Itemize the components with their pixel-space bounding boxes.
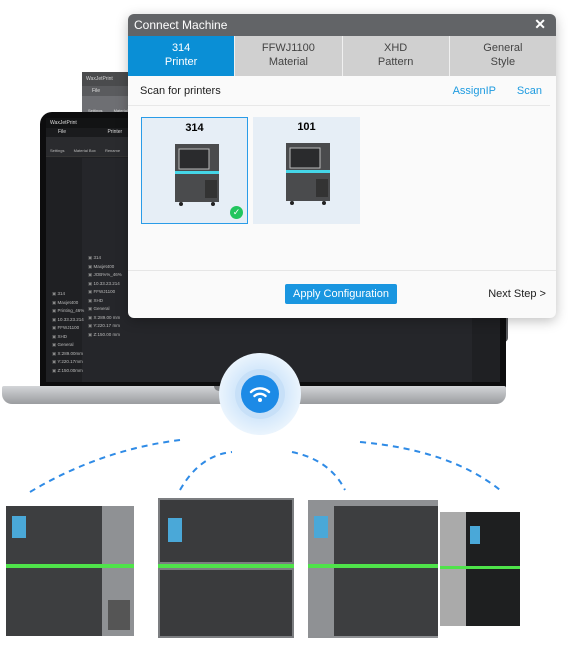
- tab-pattern[interactable]: XHD Pattern: [342, 36, 450, 76]
- back-window-file-tab[interactable]: File: [92, 88, 100, 94]
- tab-value: General: [483, 42, 523, 54]
- step-tabs: 314 Printer FFWJ1100 Material XHD Pattern G…: [128, 36, 556, 76]
- printer-1: [6, 506, 134, 636]
- printer-name: 314: [185, 122, 204, 134]
- scan-row: Scan for printers AssignIP Scan: [128, 76, 550, 106]
- check-circle-icon: ✓: [230, 206, 243, 219]
- connect-machine-dialog: Connect Machine ✕ 314 Printer FFWJ1100 Mat…: [128, 14, 556, 318]
- printer-2: [158, 498, 294, 638]
- connection-arcs: [29, 439, 501, 493]
- tab-label: Printer: [164, 56, 198, 68]
- tab-printer[interactable]: 314 Printer: [128, 36, 236, 76]
- tab-value: 314: [171, 42, 191, 54]
- tab-style[interactable]: General Style: [449, 36, 556, 76]
- tab-label: Pattern: [377, 56, 414, 68]
- close-icon[interactable]: ✕: [534, 16, 546, 33]
- printer-card-101[interactable]: 101: [253, 117, 360, 224]
- printer-3: [308, 500, 438, 638]
- printer-info-front: 314Maxjet400Printing_46%10.33.23.214FFWJ…: [52, 290, 84, 375]
- next-step-button[interactable]: Next Step >: [488, 288, 546, 300]
- tab-label: Material: [268, 56, 308, 68]
- dialog-titlebar: Connect Machine ✕: [128, 14, 556, 36]
- printer-4: [440, 512, 520, 626]
- tab-value: XHD: [384, 42, 408, 54]
- printer-fleet: [6, 439, 520, 638]
- printer-card-314[interactable]: 314 ✓: [141, 117, 248, 224]
- scan-link[interactable]: Scan: [517, 85, 542, 97]
- dialog-title: Connect Machine: [134, 18, 228, 32]
- scan-label: Scan for printers: [140, 85, 221, 97]
- assign-ip-link[interactable]: AssignIP: [453, 85, 496, 97]
- printer-name: 101: [297, 121, 316, 133]
- printer-info-back: 314Maxjet400JOB%%_46%10.33.23.214FFWJ110…: [88, 254, 121, 339]
- toolbar-settings[interactable]: Settings: [50, 148, 64, 153]
- apply-configuration-button[interactable]: Apply Configuration: [285, 284, 397, 304]
- printer-image: [175, 144, 219, 206]
- toolbar-rename[interactable]: Rename: [105, 148, 120, 153]
- tab-label: Style: [490, 56, 516, 68]
- printer-image: [286, 143, 330, 205]
- tab-value: FFWJ1100: [261, 42, 315, 54]
- tab-material[interactable]: FFWJ1100 Material: [235, 36, 343, 76]
- printer-tab[interactable]: Printer: [107, 129, 122, 135]
- wifi-icon: [241, 375, 279, 413]
- toolbar-material-box[interactable]: Material Box: [74, 148, 96, 153]
- dialog-footer: Apply Configuration Next Step >: [128, 270, 556, 318]
- file-tab[interactable]: File: [58, 129, 66, 135]
